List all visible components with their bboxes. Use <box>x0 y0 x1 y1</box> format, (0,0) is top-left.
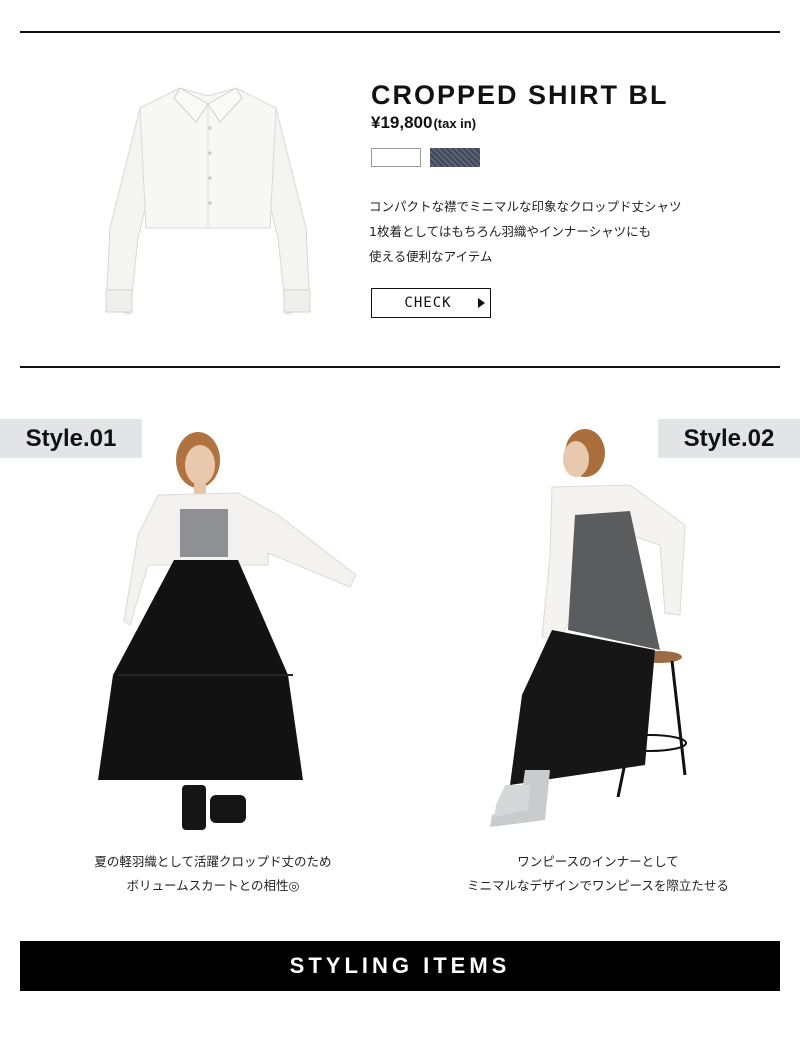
shirt-illustration <box>105 87 311 315</box>
color-swatch-denim[interactable] <box>430 148 480 167</box>
style-02-caption: ワンピースのインナーとして ミニマルなデザインでワンピースを際立たせる <box>408 850 788 898</box>
product-price: ¥19,800(tax in) <box>371 113 476 133</box>
check-button-label: CHECK <box>404 295 452 311</box>
caption-line: ミニマルなデザインでワンピースを際立たせる <box>467 878 729 893</box>
description-line: 1枚着としてはもちろん羽織やインナーシャツにも <box>369 224 652 239</box>
caption-line: ボリュームスカートとの相性◎ <box>126 878 300 893</box>
product-description: コンパクトな襟でミニマルな印象なクロップド丈シャツ 1枚着としてはもちろん羽織や… <box>369 194 682 269</box>
color-swatch-white[interactable] <box>371 148 421 167</box>
styling-items-heading: STYLING ITEMS <box>20 941 780 991</box>
style-01-photo[interactable] <box>88 425 363 840</box>
price-value: ¥19,800 <box>371 113 433 132</box>
check-button[interactable]: CHECK <box>371 288 491 318</box>
description-line: 使える便利なアイテム <box>369 249 493 264</box>
price-tax-note: (tax in) <box>433 116 477 131</box>
model-figure-01 <box>98 432 357 830</box>
product-image[interactable] <box>100 78 316 318</box>
arrow-right-icon <box>478 298 485 308</box>
styling-items-label: STYLING ITEMS <box>289 953 511 978</box>
caption-line: ワンピースのインナーとして <box>517 854 679 869</box>
top-divider <box>20 31 780 33</box>
section-divider <box>20 366 780 368</box>
style-02-photo[interactable] <box>480 425 695 835</box>
style-01-caption: 夏の軽羽織として活躍クロップド丈のため ボリュームスカートとの相性◎ <box>23 850 403 898</box>
model-figure-02 <box>490 429 687 827</box>
caption-line: 夏の軽羽織として活躍クロップド丈のため <box>94 854 332 869</box>
product-title: CROPPED SHIRT BL <box>371 80 669 110</box>
description-line: コンパクトな襟でミニマルな印象なクロップド丈シャツ <box>369 199 682 214</box>
